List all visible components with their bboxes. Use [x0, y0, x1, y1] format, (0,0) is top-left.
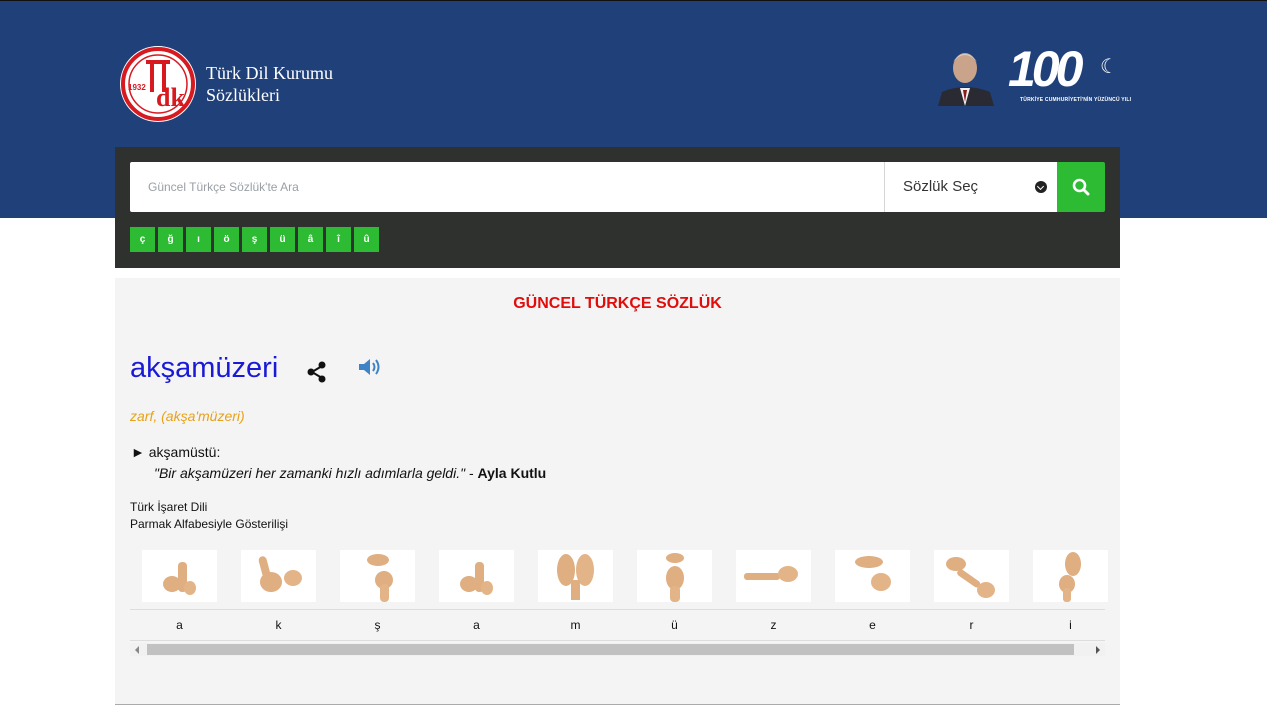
sign-letter: a	[473, 618, 480, 632]
scroll-right-arrow-icon[interactable]	[1096, 646, 1100, 654]
definition-link[interactable]: ► akşamüstü:	[131, 444, 220, 460]
sign-cell: i	[1021, 548, 1120, 640]
share-icon[interactable]	[305, 360, 329, 384]
char-button-u-circumflex[interactable]: û	[354, 227, 379, 252]
sign-cell: z	[724, 548, 823, 640]
hand-sign-image	[835, 550, 910, 602]
special-char-row: ç ğ ı ö ş ü â î û	[130, 227, 382, 252]
sign-letter: k	[275, 618, 282, 632]
site-title-line1: Türk Dil Kurumu	[206, 63, 333, 83]
hand-sign-image	[736, 550, 811, 602]
hand-sign-image	[538, 550, 613, 602]
sign-letter: e	[869, 618, 876, 632]
char-button-c-cedilla[interactable]: ç	[130, 227, 155, 252]
char-button-dotless-i[interactable]: ı	[186, 227, 211, 252]
scrollbar-thumb[interactable]	[147, 644, 1074, 655]
sign-letter: m	[570, 618, 581, 632]
sign-letter: ş	[374, 618, 381, 632]
char-button-s-cedilla[interactable]: ş	[242, 227, 267, 252]
example-author: Ayla Kutlu	[477, 465, 547, 481]
hand-sign-image	[637, 550, 712, 602]
sign-cell: r	[922, 548, 1021, 640]
dictionary-select-label: Sözlük Seç	[903, 178, 979, 195]
result-panel: GÜNCEL TÜRKÇE SÖZLÜK akşamüzeri zarf, (a…	[115, 278, 1120, 704]
example-quote: "Bir akşamüzeri her zamanki hızlı adımla…	[154, 465, 466, 481]
search-input[interactable]	[130, 162, 885, 212]
char-button-a-circumflex[interactable]: â	[298, 227, 323, 252]
sign-cell: a	[130, 548, 229, 640]
hand-sign-image	[142, 550, 217, 602]
section-title: GÜNCEL TÜRKÇE SÖZLÜK	[513, 295, 722, 312]
sign-cell: e	[823, 548, 922, 640]
sign-label-line1: Türk İşaret Dili	[130, 500, 208, 514]
speaker-icon[interactable]	[357, 357, 383, 377]
sign-letter: i	[1069, 618, 1072, 632]
sign-letter: r	[969, 618, 974, 632]
sign-cell: a	[427, 548, 526, 640]
tdk-logo[interactable]: dk 1932	[120, 46, 196, 122]
example-separator: -	[465, 465, 478, 481]
logo-year: 1932	[128, 83, 146, 92]
part-of-speech: zarf, (akşa'müzeri)	[130, 408, 245, 424]
hand-sign-image	[934, 550, 1009, 602]
example-sentence: "Bir akşamüzeri her zamanki hızlı adımla…	[154, 465, 546, 481]
char-button-g-breve[interactable]: ğ	[158, 227, 183, 252]
centennial-logo: 100 ☾ TÜRKİYE CUMHURİYETİ'NİN YÜZÜNCÜ YI…	[1008, 44, 1131, 106]
sign-language-label: Türk İşaret Dili Parmak Alfabesiyle Göst…	[130, 499, 288, 533]
sign-letter: ü	[671, 618, 678, 632]
hand-sign-image	[439, 550, 514, 602]
site-title-line2: Sözlükleri	[206, 85, 280, 105]
ataturk-portrait	[932, 44, 998, 106]
headword: akşamüzeri	[130, 352, 279, 384]
crescent-star-icon: ☾	[1100, 56, 1118, 78]
search-panel: Sözlük Seç ç ğ ı ö ş ü â î û	[115, 147, 1120, 268]
sign-cell: ü	[625, 548, 724, 640]
hand-sign-image	[241, 550, 316, 602]
sign-label-line2: Parmak Alfabesiyle Gösterilişi	[130, 517, 289, 531]
char-button-u-umlaut[interactable]: ü	[270, 227, 295, 252]
site-title[interactable]: Türk Dil Kurumu Sözlükleri	[206, 62, 333, 106]
search-button[interactable]	[1057, 162, 1105, 212]
divider	[115, 704, 1120, 705]
dictionary-select[interactable]: Sözlük Seç	[884, 162, 1057, 212]
horizontal-scrollbar[interactable]	[130, 643, 1105, 656]
hand-sign-image	[340, 550, 415, 602]
char-button-i-circumflex[interactable]: î	[326, 227, 351, 252]
sign-cell: k	[229, 548, 328, 640]
chevron-down-icon	[1035, 181, 1047, 193]
hand-sign-image	[1033, 550, 1108, 602]
divider	[130, 640, 1105, 641]
sign-letter: z	[770, 618, 777, 632]
sign-letter: a	[176, 618, 183, 632]
sign-cell: ş	[328, 548, 427, 640]
search-icon	[1072, 178, 1090, 196]
scroll-left-arrow-icon[interactable]	[135, 646, 139, 654]
char-button-o-umlaut[interactable]: ö	[214, 227, 239, 252]
sign-cell: m	[526, 548, 625, 640]
svg-text:dk: dk	[156, 83, 185, 112]
centennial-caption: TÜRKİYE CUMHURİYETİ'NİN YÜZÜNCÜ YILI	[1020, 97, 1132, 103]
